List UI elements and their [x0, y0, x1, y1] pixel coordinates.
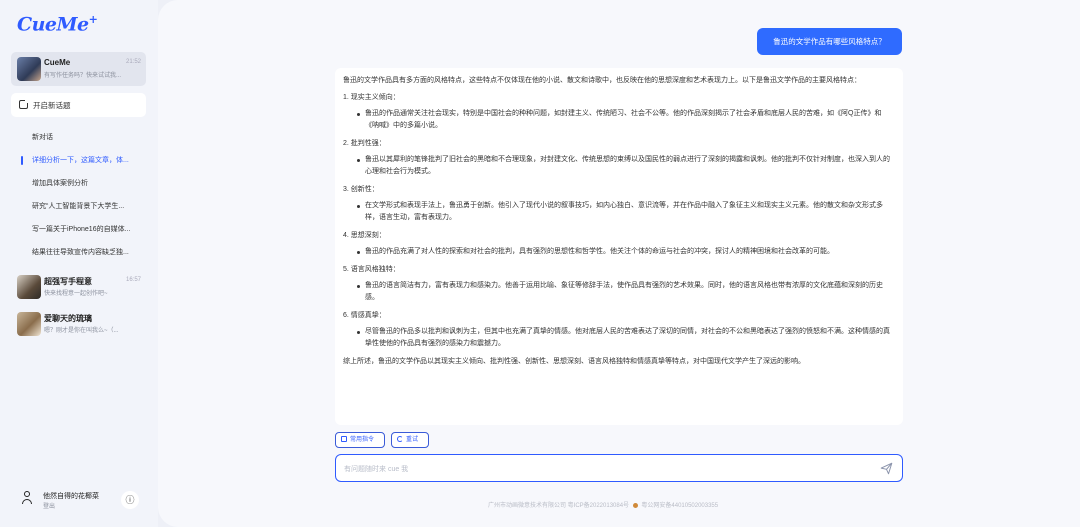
info-icon[interactable]: ⓘ [121, 491, 139, 509]
topic-list: 新对话 详细分析一下，这篇文章，体... 增加具体案例分析 研究“人工智能背景下… [11, 128, 146, 266]
new-chat-button[interactable]: 开启新话题 [11, 93, 146, 117]
section-heading: 5. 语言风格独特： [343, 266, 400, 273]
section-bullet: 尽管鲁迅的作品多以批判和讽刺为主，但其中也充满了真挚的情感。他对底层人民的苦难表… [343, 326, 895, 350]
sidebar: CueMe+ CueMe 21:52 有写作任务吗？快来试试我... 开启新话题… [0, 0, 158, 527]
edit-icon [19, 99, 29, 109]
topic-item[interactable]: 增加具体案例分析 [11, 174, 146, 197]
agent-avatar [17, 312, 41, 336]
agent-name: CueMe [44, 58, 71, 67]
section-bullet: 鲁迅的作品充满了对人性的探索和对社会的批判，具有强烈的思想性和哲学性。他关注个体… [343, 246, 895, 258]
user-icon [21, 491, 33, 505]
agent-time: 16:57 [125, 277, 141, 283]
police-link[interactable]: 粤公网安备44010502003355 [641, 503, 718, 509]
topic-item[interactable]: 研究“人工智能背景下大学生... [11, 197, 146, 220]
police-badge-icon [632, 502, 638, 508]
topic-item-active[interactable]: 详细分析一下，这篇文章，体... [11, 151, 146, 174]
refresh-icon [397, 436, 403, 442]
agent-card-liuli[interactable]: 爱聊天的琉璃 嗯？刚才是你在叫我么~（... [11, 307, 146, 341]
logout-link[interactable]: 登出 [43, 501, 55, 510]
agent-subtitle: 嗯？刚才是你在叫我么~（... [44, 328, 119, 334]
answer-intro: 鲁迅的文学作品具有多方面的风格特点，这些特点不仅体现在他的小说、散文和诗歌中，也… [343, 77, 861, 84]
user-profile: 他然自得的花椰菜 登出 ⓘ [17, 489, 147, 513]
answer-summary: 综上所述，鲁迅的文学作品以其现实主义倾向、批判性强、创新性、思想深刻、语言风格独… [343, 358, 805, 365]
section-bullet: 鲁迅的语言简洁有力，富有表现力和感染力。他善于运用比喻、象征等修辞手法，使作品具… [343, 280, 895, 304]
section-heading: 3. 创新性： [343, 186, 379, 193]
topic-item[interactable]: 新对话 [11, 128, 146, 151]
agent-avatar [17, 275, 41, 299]
section-bullet: 鲁迅以其犀利的笔锋批判了旧社会的黑暗和不合理现象，对封建文化、传统思想的束缚以及… [343, 154, 895, 178]
command-icon [341, 436, 347, 442]
topic-item[interactable]: 结果往往导致宣传内容缺乏独... [11, 243, 146, 266]
icp-link[interactable]: 广州市动画微意技术有限公司 粤ICP备2022013084号 [488, 503, 629, 509]
agent-subtitle: 快来找程意一起创作吧~ [44, 291, 108, 297]
user-name: 他然自得的花椰菜 [43, 493, 99, 500]
agent-card-cueme[interactable]: CueMe 21:52 有写作任务吗？快来试试我... [11, 52, 146, 86]
section-bullet: 鲁迅的作品通常关注社会现实，特别是中国社会的种种问题，如封建主义、传统陋习、社会… [343, 108, 895, 132]
retry-button[interactable]: 重试 [391, 432, 429, 448]
topic-item[interactable]: 写一篇关于iPhone16的自媒体... [11, 220, 146, 243]
agent-name: 超强写手程意 [44, 277, 92, 286]
agent-name: 爱聊天的琉璃 [44, 314, 92, 323]
send-icon[interactable] [880, 462, 893, 475]
cueme-logo[interactable]: CueMe+ [17, 13, 98, 35]
assistant-answer: 鲁迅的文学作品具有多方面的风格特点，这些特点不仅体现在他的小说、散文和诗歌中，也… [335, 68, 903, 425]
agent-card-writer[interactable]: 超强写手程意 16:57 快来找程意一起创作吧~ [11, 270, 146, 304]
agent-avatar [17, 57, 41, 81]
new-chat-label: 开启新话题 [33, 101, 71, 110]
message-input-box [335, 454, 903, 482]
user-question-bubble: 鲁迅的文学作品有哪些风格特点？ [757, 28, 902, 55]
agent-subtitle: 有写作任务吗？快来试试我... [44, 73, 122, 79]
section-heading: 6. 情感真挚： [343, 312, 386, 319]
message-input[interactable] [344, 462, 864, 476]
agent-time: 21:52 [125, 59, 141, 65]
section-heading: 1. 现实主义倾向： [343, 94, 400, 101]
section-heading: 4. 思想深刻： [343, 232, 386, 239]
footer: 广州市动画微意技术有限公司 粤ICP备2022013084号 粤公网安备4401… [488, 500, 718, 509]
section-heading: 2. 批判性强： [343, 140, 386, 147]
section-bullet: 在文学形式和表现手法上，鲁迅勇于创新。他引入了现代小说的叙事技巧，如内心独白、意… [343, 200, 895, 224]
common-commands-button[interactable]: 常用指令 [335, 432, 385, 448]
